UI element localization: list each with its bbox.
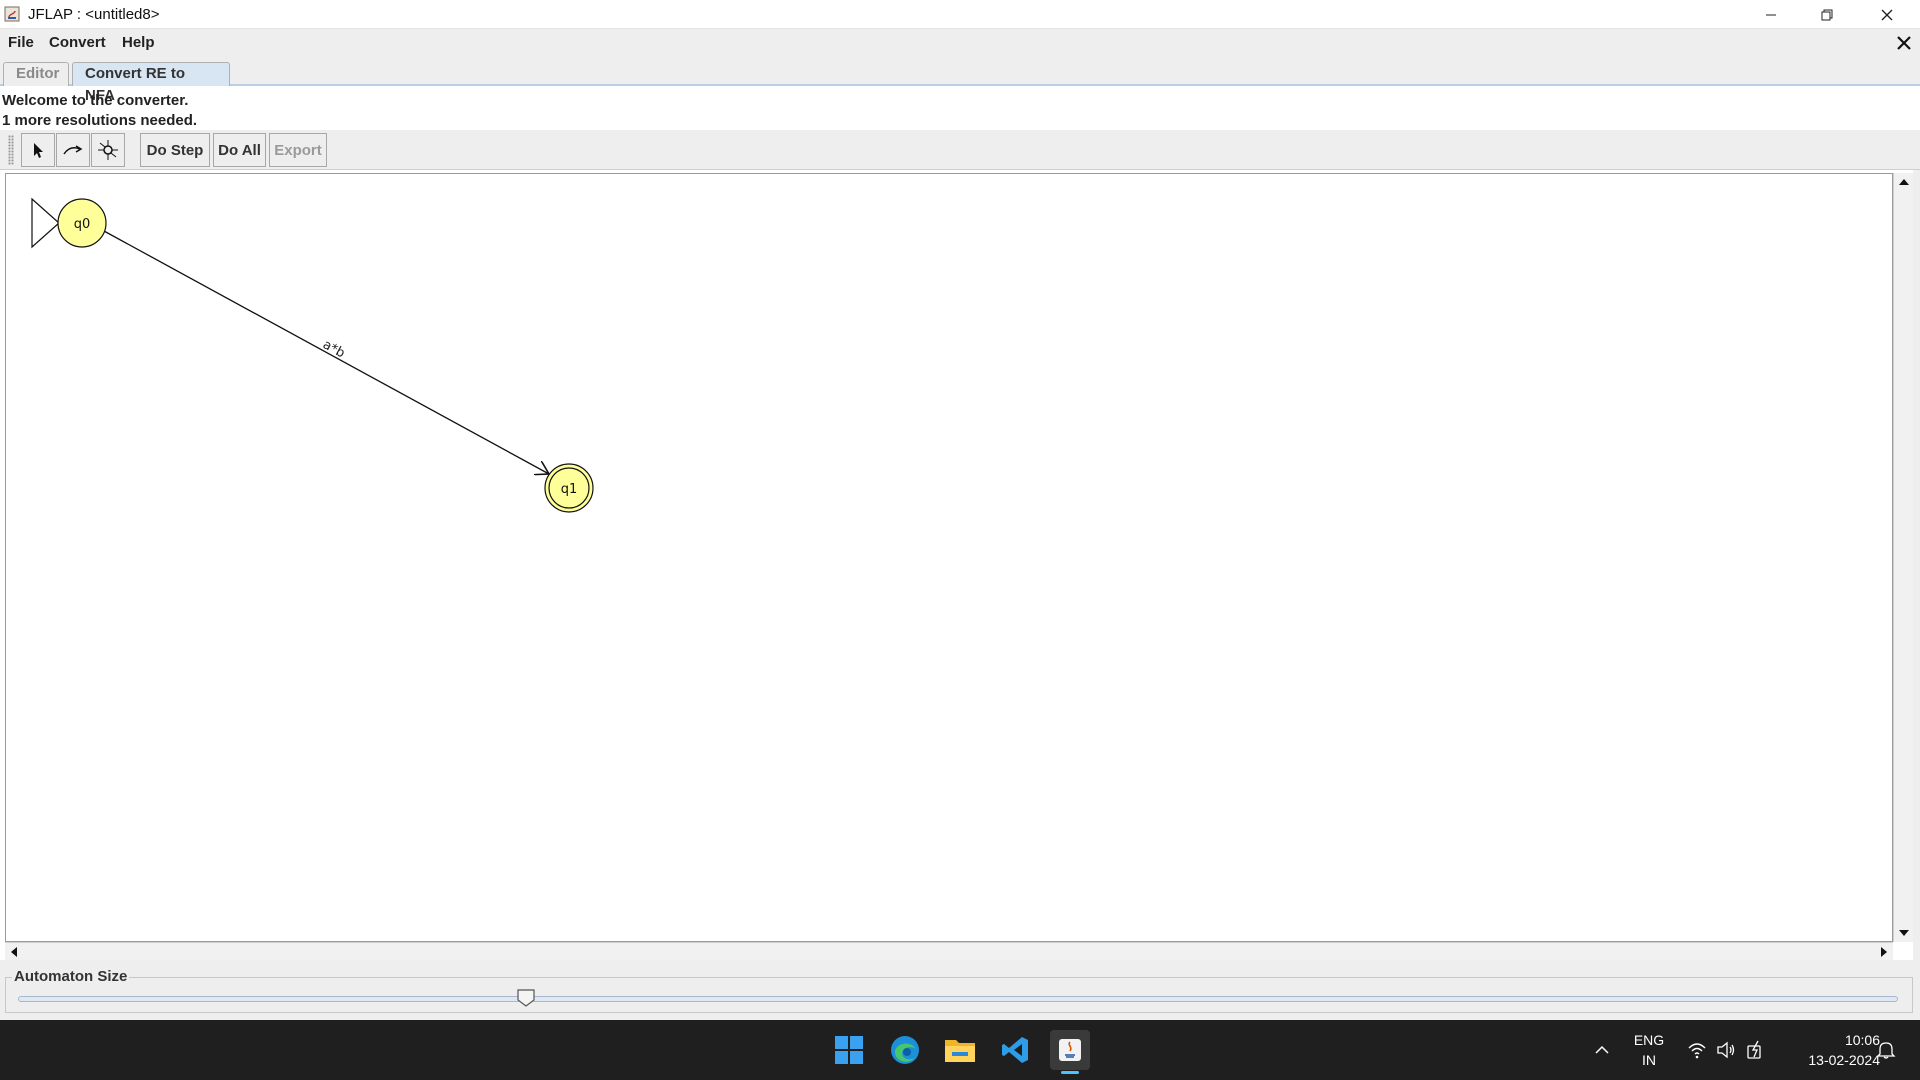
wifi-icon[interactable] — [1687, 1041, 1707, 1059]
menu-help[interactable]: Help — [122, 34, 155, 51]
edge-taskbar-button[interactable] — [885, 1030, 925, 1070]
menu-file[interactable]: File — [8, 34, 34, 51]
tab-editor[interactable]: Editor — [3, 62, 69, 86]
windows-taskbar: ENG IN 10:06 13-02-2024 — [0, 1020, 1920, 1080]
scroll-up-icon[interactable] — [1898, 177, 1910, 187]
window-title: JFLAP : <untitled8> — [28, 6, 160, 23]
state-label: q1 — [561, 482, 578, 497]
automaton-size-slider-track[interactable] — [18, 996, 1898, 1002]
vertical-scrollbar[interactable] — [1893, 173, 1913, 942]
scroll-down-icon[interactable] — [1898, 928, 1910, 938]
toolbar: Do Step Do All Export — [0, 130, 1920, 170]
minimize-icon — [1766, 14, 1776, 15]
transition-tool-icon — [63, 145, 83, 155]
state-q1[interactable]: q1 — [544, 463, 594, 513]
file-explorer-icon — [945, 1040, 975, 1062]
battery-charging-icon[interactable] — [1745, 1040, 1767, 1060]
horizontal-scrollbar[interactable] — [5, 942, 1893, 960]
transition-tool-button[interactable] — [56, 133, 90, 167]
tab-convert-re-to-nfa[interactable]: Convert RE to NFA — [72, 62, 230, 104]
close-icon — [1897, 36, 1911, 50]
pointer-tool-button[interactable] — [21, 133, 55, 167]
transition-label[interactable]: a*b — [320, 337, 347, 361]
toolbar-grip[interactable] — [8, 135, 14, 165]
automaton-size-label: Automaton Size — [12, 968, 130, 985]
close-window-button[interactable] — [1859, 0, 1915, 29]
edge-browser-icon — [891, 1036, 919, 1064]
active-app-indicator — [1061, 1071, 1079, 1074]
status-line-2: 1 more resolutions needed. — [2, 112, 198, 129]
volume-icon[interactable] — [1716, 1041, 1736, 1059]
menu-bar: File Convert Help — [0, 29, 1920, 58]
java-app-taskbar-button[interactable] — [1050, 1030, 1090, 1070]
notification-bell-icon[interactable] — [1876, 1040, 1896, 1060]
vscode-icon — [1002, 1037, 1028, 1063]
state-label: q0 — [74, 217, 91, 232]
state-q0[interactable]: q0 — [57, 198, 107, 248]
deexpressionify-tool-icon — [98, 140, 118, 160]
automaton-size-slider-thumb[interactable] — [516, 988, 536, 1008]
initial-state-marker — [31, 197, 60, 249]
scroll-right-icon[interactable] — [1879, 946, 1889, 958]
chevron-up-icon — [1595, 1045, 1609, 1054]
automaton-canvas[interactable]: a*b q0 q1 — [5, 173, 1893, 942]
size-panel-frame — [5, 977, 1913, 1013]
file-explorer-taskbar-button[interactable] — [940, 1030, 980, 1070]
do-step-button[interactable]: Do Step — [140, 133, 210, 167]
close-tab-button[interactable] — [1892, 31, 1916, 55]
clock-time[interactable]: 10:06 — [1780, 1032, 1880, 1048]
clock-date[interactable]: 13-02-2024 — [1770, 1052, 1880, 1068]
minimize-button[interactable] — [1743, 0, 1799, 29]
close-icon — [1881, 9, 1893, 20]
scroll-left-icon[interactable] — [9, 946, 19, 958]
menu-convert[interactable]: Convert — [49, 34, 106, 51]
window-titlebar: JFLAP : <untitled8> — [0, 0, 1920, 29]
vscode-taskbar-button[interactable] — [995, 1030, 1035, 1070]
start-button[interactable] — [829, 1030, 869, 1070]
tab-strip: Editor Convert RE to NFA — [0, 58, 1920, 104]
export-button[interactable]: Export — [269, 133, 327, 167]
status-line-1: Welcome to the converter. — [2, 92, 189, 109]
pointer-tool-icon — [34, 143, 43, 158]
automaton-graph: a*b q0 q1 — [31, 197, 594, 513]
window-right-edge — [1913, 170, 1920, 960]
do-all-button[interactable]: Do All — [213, 133, 266, 167]
show-hidden-icons-button[interactable] — [1582, 1030, 1622, 1070]
language-indicator-line2[interactable]: IN — [1624, 1052, 1674, 1068]
windows-start-icon — [835, 1036, 863, 1064]
jflap-app-icon — [4, 6, 20, 22]
java-app-icon — [1059, 1039, 1081, 1061]
restore-button[interactable] — [1799, 0, 1855, 29]
deexpressionify-tool-button[interactable] — [91, 133, 125, 167]
automaton-size-panel: Automaton Size — [0, 960, 1920, 1020]
language-indicator-line1[interactable]: ENG — [1624, 1032, 1674, 1048]
restore-icon — [1821, 9, 1833, 20]
